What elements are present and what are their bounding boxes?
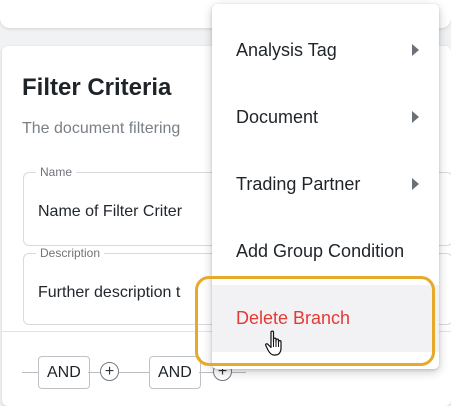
menu-item-trading-partner[interactable]: Trading Partner <box>212 151 439 218</box>
and-operator-button-2[interactable]: AND <box>149 356 201 389</box>
menu-item-label: Delete Branch <box>236 308 351 328</box>
description-field-label: Description <box>36 246 105 260</box>
and-operator-button-1[interactable]: AND <box>38 356 90 389</box>
connector-line <box>119 372 150 373</box>
add-condition-button-1[interactable]: + <box>100 362 119 381</box>
description-field-value[interactable]: Further description t <box>38 284 180 302</box>
connector-line <box>232 372 246 373</box>
submenu-arrow-icon <box>412 44 419 56</box>
connector-line <box>88 372 100 373</box>
menu-item-delete-branch[interactable]: Delete Branch <box>212 285 439 352</box>
name-field-label: Name <box>36 165 77 179</box>
menu-item-label: Document <box>236 107 319 127</box>
page-title: Filter Criteria <box>22 74 172 101</box>
connector-line <box>22 372 38 373</box>
name-field-value[interactable]: Name of Filter Criter <box>38 203 182 221</box>
hand-cursor-icon <box>265 330 282 356</box>
context-menu: Analysis Tag Document Trading Partner Ad… <box>212 4 439 369</box>
menu-item-label: Trading Partner <box>236 174 361 194</box>
menu-item-analysis-tag[interactable]: Analysis Tag <box>212 17 439 84</box>
page-subtitle: The document filtering <box>22 120 181 137</box>
menu-item-add-group-condition[interactable]: Add Group Condition <box>212 218 439 285</box>
submenu-arrow-icon <box>412 178 419 190</box>
menu-item-label: Add Group Condition <box>236 241 405 261</box>
connector-line <box>199 372 213 373</box>
menu-item-label: Analysis Tag <box>236 40 337 60</box>
submenu-arrow-icon <box>412 111 419 123</box>
menu-item-document[interactable]: Document <box>212 84 439 151</box>
